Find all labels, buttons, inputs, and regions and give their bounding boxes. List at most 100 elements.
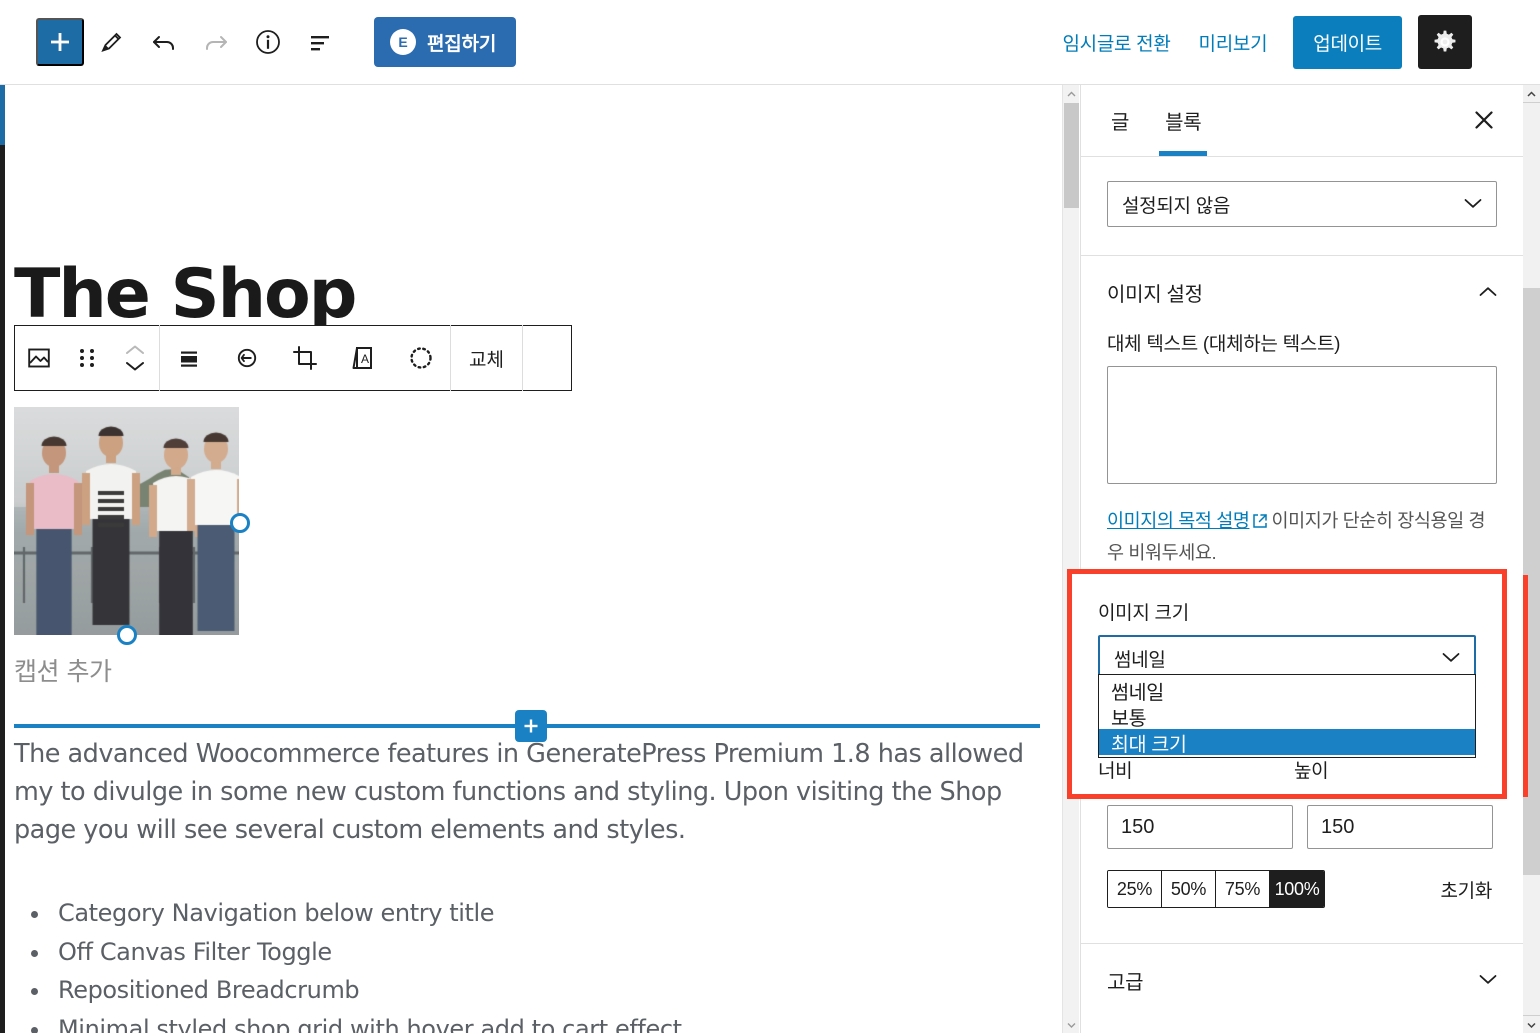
chevron-down-icon xyxy=(1479,972,1497,990)
block-style-section: 설정되지 않음 xyxy=(1081,157,1523,256)
block-type-image-button[interactable] xyxy=(15,325,63,391)
image-size-dropdown-list[interactable]: 썸네일 보통 최대 크기 xyxy=(1098,674,1476,758)
height-label: 높이 xyxy=(1294,756,1328,783)
update-button[interactable]: 업데이트 xyxy=(1293,16,1402,69)
body-paragraph[interactable]: The advanced Woocommerce features in Gen… xyxy=(14,735,1046,849)
list-item[interactable]: Minimal styled shop grid with hover add … xyxy=(52,1010,952,1033)
image-caption-input[interactable]: 캡션 추가 xyxy=(14,652,111,688)
scroll-up-icon[interactable] xyxy=(1523,85,1540,102)
edit-with-elementor-button[interactable]: E 편집하기 xyxy=(374,17,516,67)
dropdown-option-full-size[interactable]: 최대 크기 xyxy=(1099,729,1475,755)
scale-25-button[interactable]: 25% xyxy=(1108,871,1162,907)
block-settings-sidebar: 글 블록 설정되지 않음 이미지 설정 대체 xyxy=(1080,85,1523,1033)
width-input[interactable] xyxy=(1107,805,1293,849)
list-item[interactable]: Category Navigation below entry title xyxy=(52,894,952,933)
insert-link-button[interactable] xyxy=(218,325,276,391)
inline-block-inserter-button[interactable] xyxy=(515,710,547,742)
scroll-down-icon[interactable] xyxy=(1063,1016,1080,1033)
svg-text:A: A xyxy=(361,352,369,366)
block-toolbar-group-format: A xyxy=(160,326,450,390)
image-settings-panel-header[interactable]: 이미지 설정 xyxy=(1081,256,1523,329)
scroll-up-icon[interactable] xyxy=(1063,85,1080,102)
image-scale-button-group: 25% 50% 75% 100% xyxy=(1107,870,1325,908)
preview-button[interactable]: 미리보기 xyxy=(1185,19,1282,66)
highlight-edge-marker xyxy=(1523,575,1528,797)
width-height-inputs-row xyxy=(1107,805,1492,849)
width-label: 너비 xyxy=(1098,756,1294,783)
editor-top-bar: E 편집하기 임시글로 전환 미리보기 업데이트 xyxy=(0,0,1540,85)
image-size-section: 이미지 크기 썸네일 썸네일 보통 최대 크기 너비 높이 xyxy=(1072,574,1502,681)
advanced-panel: 고급 xyxy=(1081,943,1523,1017)
image-settings-title: 이미지 설정 xyxy=(1107,278,1203,307)
dropdown-option-medium[interactable]: 보통 xyxy=(1099,703,1475,729)
drag-handle-button[interactable] xyxy=(63,325,111,391)
block-toolbar: A 교체 xyxy=(14,325,572,391)
alt-text-help-link[interactable]: 이미지의 목적 설명 xyxy=(1107,510,1249,531)
feature-bullet-list[interactable]: Category Navigation below entry title Of… xyxy=(52,894,952,1033)
list-item[interactable]: Repositioned Breadcrumb xyxy=(52,971,952,1010)
editor-scrollbar[interactable] xyxy=(1062,85,1079,1033)
top-bar-right-actions: 임시글로 전환 미리보기 업데이트 xyxy=(1048,15,1540,69)
list-item[interactable]: Off Canvas Filter Toggle xyxy=(52,933,952,972)
redo-arrow-icon xyxy=(202,28,230,56)
image-size-highlight-region: 이미지 크기 썸네일 썸네일 보통 최대 크기 너비 높이 xyxy=(1067,569,1507,799)
reset-size-button[interactable]: 초기화 xyxy=(1440,876,1492,903)
post-title[interactable]: The Shop xyxy=(14,261,355,329)
sidebar-scrollbar-thumb-lower[interactable] xyxy=(1523,875,1540,1015)
crop-button[interactable] xyxy=(276,325,334,391)
close-sidebar-button[interactable] xyxy=(1457,84,1511,156)
switch-to-draft-button[interactable]: 임시글로 전환 xyxy=(1048,19,1184,66)
replace-image-button[interactable]: 교체 xyxy=(451,325,522,391)
edit-with-elementor-label: 편집하기 xyxy=(427,29,496,56)
block-more-options-button[interactable] xyxy=(523,325,571,391)
image-icon xyxy=(25,344,53,372)
pencil-icon xyxy=(99,29,125,55)
more-options-button[interactable] xyxy=(1472,15,1520,69)
image-block[interactable] xyxy=(14,407,239,635)
move-up-down-button[interactable] xyxy=(111,325,159,391)
tab-block[interactable]: 블록 xyxy=(1147,84,1219,156)
sidebar-scrollbar[interactable] xyxy=(1523,85,1540,1033)
details-button[interactable] xyxy=(244,18,292,66)
block-toolbar-group-left xyxy=(15,326,159,390)
scroll-down-icon[interactable] xyxy=(1523,1016,1540,1033)
tab-post[interactable]: 글 xyxy=(1093,84,1147,156)
chevron-down-icon xyxy=(1464,193,1482,215)
dropdown-option-thumbnail[interactable]: 썸네일 xyxy=(1099,677,1475,703)
plus-icon xyxy=(522,717,540,735)
add-block-button[interactable] xyxy=(36,18,84,66)
list-view-button[interactable] xyxy=(296,18,344,66)
advanced-panel-header[interactable]: 고급 xyxy=(1081,944,1523,1017)
chevron-up-down-icon xyxy=(125,344,145,372)
image-settings-panel-body: 대체 텍스트 (대체하는 텍스트) 이미지의 목적 설명이미지가 단순히 장식용… xyxy=(1081,329,1523,578)
duotone-filter-button[interactable] xyxy=(392,325,450,391)
image-size-label: 이미지 크기 xyxy=(1098,598,1476,625)
width-height-labels: 너비 높이 xyxy=(1098,756,1476,783)
block-style-select[interactable]: 설정되지 않음 xyxy=(1107,181,1497,227)
left-edge-accent xyxy=(0,85,5,145)
scale-100-button[interactable]: 100% xyxy=(1270,871,1324,907)
editor-canvas: The Shop xyxy=(0,85,1062,1033)
sidebar-scrollbar-thumb[interactable] xyxy=(1523,103,1540,288)
dotted-circle-icon xyxy=(407,344,435,372)
editor-scrollbar-thumb[interactable] xyxy=(1064,103,1079,208)
scale-50-button[interactable]: 50% xyxy=(1162,871,1216,907)
add-text-over-image-button[interactable]: A xyxy=(334,325,392,391)
plus-icon xyxy=(49,31,71,53)
align-button[interactable] xyxy=(160,325,218,391)
undo-button[interactable] xyxy=(140,18,188,66)
image-resize-handle-right[interactable] xyxy=(230,513,250,533)
chevron-up-icon xyxy=(1479,284,1497,302)
image-resize-handle-bottom[interactable] xyxy=(117,625,137,645)
height-input[interactable] xyxy=(1307,805,1493,849)
top-bar-left-tools: E 편집하기 xyxy=(0,17,516,67)
image-size-select-value: 썸네일 xyxy=(1114,645,1166,672)
scale-75-button[interactable]: 75% xyxy=(1216,871,1270,907)
redo-button[interactable] xyxy=(192,18,240,66)
advanced-panel-title: 고급 xyxy=(1107,966,1143,995)
edit-tool-button[interactable] xyxy=(88,18,136,66)
alt-text-input[interactable] xyxy=(1107,366,1497,484)
block-style-select-value: 설정되지 않음 xyxy=(1122,191,1230,218)
left-edge-bar xyxy=(0,145,5,1033)
settings-button[interactable] xyxy=(1418,15,1472,69)
